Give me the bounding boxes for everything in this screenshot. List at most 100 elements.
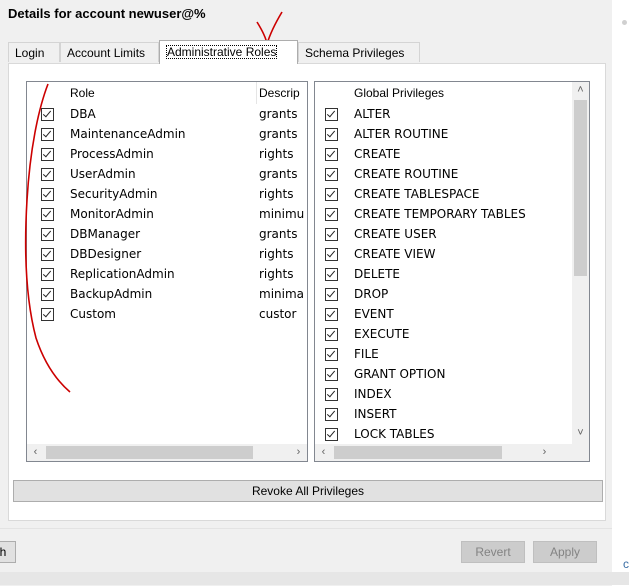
right-edge-link[interactable]: c [623, 557, 629, 571]
role-checkbox[interactable] [41, 128, 54, 141]
privilege-row[interactable]: LOCK TABLES [315, 424, 570, 444]
role-checkbox[interactable] [41, 308, 54, 321]
privilege-checkbox[interactable] [325, 328, 338, 341]
scroll-right-icon[interactable]: › [290, 444, 307, 461]
scrollbar-thumb[interactable] [46, 446, 253, 459]
role-description: grants [259, 107, 298, 121]
privilege-checkbox[interactable] [325, 248, 338, 261]
role-checkbox[interactable] [41, 268, 54, 281]
privilege-row[interactable]: DELETE [315, 264, 570, 284]
privilege-row[interactable]: GRANT OPTION [315, 364, 570, 384]
privilege-checkbox[interactable] [325, 288, 338, 301]
role-row[interactable]: DBManager grants [27, 224, 307, 244]
column-separator[interactable] [256, 82, 257, 104]
tab-account-limits[interactable]: Account Limits [60, 42, 159, 62]
privilege-checkbox[interactable] [325, 428, 338, 441]
role-row[interactable]: MaintenanceAdmin grants [27, 124, 307, 144]
role-checkbox[interactable] [41, 108, 54, 121]
page-title: Details for account newuser@% [8, 6, 206, 21]
privilege-row[interactable]: FILE [315, 344, 570, 364]
role-checkbox[interactable] [41, 168, 54, 181]
privilege-checkbox[interactable] [325, 348, 338, 361]
right-edge-strip: c [612, 0, 629, 585]
revert-button[interactable]: Revert [461, 541, 525, 563]
scroll-left-icon[interactable]: ‹ [27, 444, 44, 461]
global-privileges-header[interactable]: Global Privileges [354, 82, 444, 104]
role-name: BackupAdmin [70, 287, 153, 301]
role-column-header[interactable]: Role [70, 82, 95, 104]
bottom-status-band [0, 572, 629, 585]
privileges-vertical-scrollbar[interactable]: ˄ ˅ [572, 82, 589, 444]
privilege-label: INDEX [354, 387, 392, 401]
scroll-left-icon[interactable]: ‹ [315, 444, 332, 461]
apply-button[interactable]: Apply [533, 541, 597, 563]
privilege-row[interactable]: EXECUTE [315, 324, 570, 344]
privilege-checkbox[interactable] [325, 388, 338, 401]
global-privileges-listbox[interactable]: Global Privileges ALTER ALTER ROUTINE CREA… [314, 81, 590, 462]
privilege-row[interactable]: INDEX [315, 384, 570, 404]
scrollbar-thumb[interactable] [574, 100, 587, 276]
role-description: rights [259, 187, 294, 201]
privilege-label: CREATE TEMPORARY TABLES [354, 207, 526, 221]
privilege-checkbox[interactable] [325, 168, 338, 181]
scrollbar-thumb[interactable] [334, 446, 502, 459]
role-name: DBManager [70, 227, 141, 241]
administrative-roles-tab-content: Role Descrip DBA grants MaintenanceAdmin gr… [8, 63, 606, 521]
privilege-row[interactable]: CREATE USER [315, 224, 570, 244]
role-checkbox[interactable] [41, 188, 54, 201]
roles-listbox[interactable]: Role Descrip DBA grants MaintenanceAdmin gr… [26, 81, 308, 462]
privilege-checkbox[interactable] [325, 408, 338, 421]
revoke-all-privileges-button[interactable]: Revoke All Privileges [13, 480, 603, 502]
role-name: ProcessAdmin [70, 147, 154, 161]
tab-schema-privileges[interactable]: Schema Privileges [298, 42, 420, 62]
privilege-checkbox[interactable] [325, 188, 338, 201]
scroll-up-icon[interactable]: ˄ [572, 82, 589, 99]
privilege-row[interactable]: ALTER [315, 104, 570, 124]
role-description: rights [259, 147, 294, 161]
role-row[interactable]: UserAdmin grants [27, 164, 307, 184]
role-row[interactable]: SecurityAdmin rights [27, 184, 307, 204]
privilege-label: CREATE [354, 147, 401, 161]
scroll-down-icon[interactable]: ˅ [572, 425, 589, 442]
privilege-row[interactable]: ALTER ROUTINE [315, 124, 570, 144]
privilege-row[interactable]: CREATE [315, 144, 570, 164]
privilege-row[interactable]: CREATE VIEW [315, 244, 570, 264]
role-row[interactable]: MonitorAdmin minimu [27, 204, 307, 224]
role-checkbox[interactable] [41, 148, 54, 161]
privilege-row[interactable]: INSERT [315, 404, 570, 424]
privilege-label: GRANT OPTION [354, 367, 446, 381]
privilege-checkbox[interactable] [325, 108, 338, 121]
role-checkbox[interactable] [41, 228, 54, 241]
privilege-row[interactable]: CREATE ROUTINE [315, 164, 570, 184]
role-description: minimu [259, 207, 305, 221]
privilege-row[interactable]: DROP [315, 284, 570, 304]
privilege-label: INSERT [354, 407, 397, 421]
role-row[interactable]: ReplicationAdmin rights [27, 264, 307, 284]
description-column-header[interactable]: Descrip [259, 82, 300, 104]
privilege-checkbox[interactable] [325, 268, 338, 281]
privilege-checkbox[interactable] [325, 368, 338, 381]
privilege-checkbox[interactable] [325, 148, 338, 161]
role-row[interactable]: DBA grants [27, 104, 307, 124]
roles-horizontal-scrollbar[interactable]: ‹ › [27, 444, 307, 461]
privilege-row[interactable]: EVENT [315, 304, 570, 324]
scroll-right-icon[interactable]: › [536, 444, 553, 461]
role-checkbox[interactable] [41, 208, 54, 221]
role-checkbox[interactable] [41, 248, 54, 261]
role-row[interactable]: Custom custor [27, 304, 307, 324]
role-row[interactable]: DBDesigner rights [27, 244, 307, 264]
privilege-checkbox[interactable] [325, 308, 338, 321]
privileges-horizontal-scrollbar[interactable]: ‹ › [315, 444, 589, 461]
role-row[interactable]: BackupAdmin minima [27, 284, 307, 304]
privilege-row[interactable]: CREATE TEMPORARY TABLES [315, 204, 570, 224]
privilege-checkbox[interactable] [325, 228, 338, 241]
role-checkbox[interactable] [41, 288, 54, 301]
privilege-checkbox[interactable] [325, 208, 338, 221]
privilege-row[interactable]: CREATE TABLESPACE [315, 184, 570, 204]
privilege-label: LOCK TABLES [354, 427, 435, 441]
role-row[interactable]: ProcessAdmin rights [27, 144, 307, 164]
privilege-checkbox[interactable] [325, 128, 338, 141]
partial-left-button[interactable]: h [0, 541, 16, 563]
tab-administrative-roles[interactable]: Administrative Roles [159, 40, 298, 64]
tab-login[interactable]: Login [8, 42, 60, 62]
